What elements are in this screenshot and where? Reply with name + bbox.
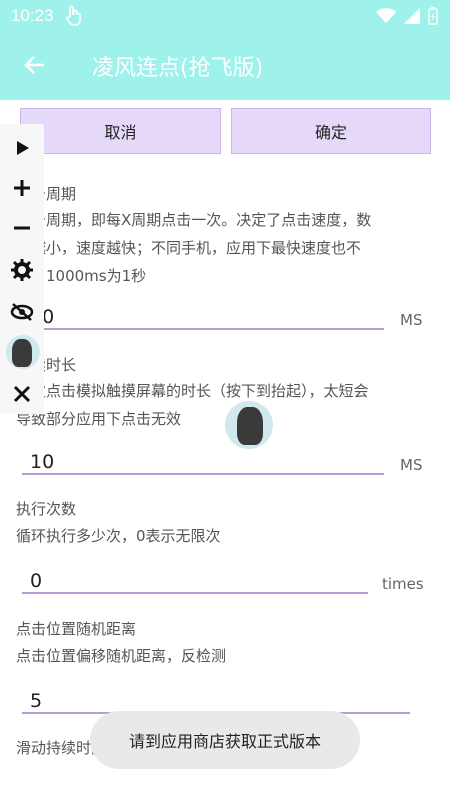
duration-unit: MS xyxy=(400,456,423,474)
period-description: 点击周期，即每X周期点击一次。决定了点击速度，数 值越小，速度越快；不同手机，应… xyxy=(16,206,440,290)
status-bar: 10:23 xyxy=(0,0,450,32)
back-arrow-icon[interactable] xyxy=(22,52,48,82)
random-description: 点击位置偏移随机距离，反检测 xyxy=(16,647,227,665)
tap-point-marker[interactable] xyxy=(6,335,40,369)
period-desc-line1: 点击周期，即每X周期点击一次。决定了点击速度，数 xyxy=(16,211,372,229)
random-title: 点击位置随机距离 xyxy=(16,620,137,638)
remove-icon[interactable] xyxy=(10,216,34,240)
period-unit: MS xyxy=(400,311,423,329)
confirm-button[interactable]: 确定 xyxy=(231,108,431,154)
floating-control-panel xyxy=(0,124,44,414)
system-icons xyxy=(376,7,438,25)
count-unit: times xyxy=(382,575,424,593)
page-title: 凌风连点(抢飞版) xyxy=(92,56,264,81)
status-time: 10:23 xyxy=(11,6,54,25)
count-title: 执行次数 xyxy=(16,500,77,518)
gear-icon[interactable] xyxy=(10,258,34,282)
count-description: 循环执行多少次，0表示无限次 xyxy=(16,527,221,545)
duration-desc-line1: 每次点击模拟触摸屏幕的时长（按下到抬起），太短会 xyxy=(16,382,369,400)
battery-icon xyxy=(428,7,438,25)
wifi-icon xyxy=(376,8,396,23)
toast-message: 请到应用商店获取正式版本 xyxy=(90,711,360,769)
tap-point-marker[interactable] xyxy=(225,401,273,449)
hand-icon xyxy=(64,5,84,31)
cancel-button[interactable]: 取消 xyxy=(20,108,221,154)
duration-input[interactable]: 10 xyxy=(22,441,384,475)
eye-hidden-icon[interactable] xyxy=(10,300,34,324)
play-icon[interactable] xyxy=(10,136,34,160)
count-input[interactable]: 0 xyxy=(22,560,368,594)
period-desc-line2: 值越小，速度越快；不同手机，应用下最快速度也不 xyxy=(16,239,362,257)
app-bar: 凌风连点(抢飞版) xyxy=(0,32,450,100)
random-input[interactable]: 5 xyxy=(22,680,410,714)
close-icon[interactable] xyxy=(10,382,34,406)
add-icon[interactable] xyxy=(10,176,34,200)
period-input[interactable]: 50 xyxy=(22,296,384,330)
signal-icon xyxy=(404,8,420,24)
period-desc-line3: 同，1000ms为1秒 xyxy=(16,267,147,285)
